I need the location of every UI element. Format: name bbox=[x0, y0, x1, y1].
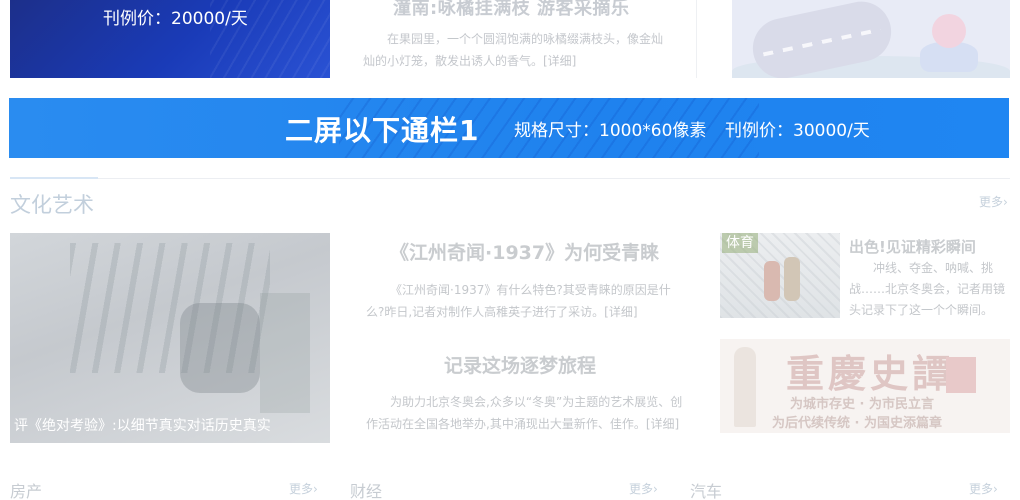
seal-stamp bbox=[946, 357, 976, 393]
category-tag: 体育 bbox=[722, 233, 758, 253]
chongqing-slogan-2: 为后代续传统 · 为国史添篇章 bbox=[772, 416, 942, 431]
section-title-auto[interactable]: 汽车 bbox=[690, 478, 722, 500]
article-summary: 《江州奇闻·1937》有什么特色?其受青睐的原因是什么?昨日,记者对制作人高稚英… bbox=[366, 283, 671, 319]
section-divider bbox=[10, 178, 1010, 179]
top-ad-price: 刊例价：20000/天 bbox=[103, 9, 248, 29]
more-label: 更多 bbox=[969, 482, 994, 496]
more-label: 更多 bbox=[629, 482, 654, 496]
culture-more-link[interactable]: 更多› bbox=[979, 193, 1008, 210]
sport-article-summary: 冲线、夺金、呐喊、挑战……北京冬奥会，记者用镜头记录下了这一个个瞬间。 bbox=[849, 261, 1006, 317]
chongqing-history-banner[interactable]: 重慶史譚 为城市存史 · 为市民立言 为后代续传统 · 为国史添篇章 bbox=[720, 339, 1010, 433]
section-title-culture[interactable]: 文化艺术 bbox=[10, 189, 94, 219]
photo-shape bbox=[180, 303, 260, 393]
featured-photo[interactable]: 评《绝对考验》:以细节真实对话历史真实 bbox=[10, 233, 330, 443]
more-label: 更多 bbox=[289, 482, 314, 496]
chongqing-slogan-1: 为城市存史 · 为市民立言 bbox=[790, 397, 934, 412]
column-divider bbox=[696, 0, 697, 78]
more-label: 更多 bbox=[979, 195, 1004, 209]
top-article-title[interactable]: 潼南:咏橘挂满枝 游客采摘乐 bbox=[393, 0, 629, 20]
banner-spec: 规格尺寸：1000*60像素 bbox=[514, 121, 707, 141]
chongqing-history-logo: 重慶史譚 bbox=[786, 351, 955, 396]
featured-photo-caption[interactable]: 评《绝对考验》:以细节真实对话历史真实 bbox=[14, 415, 271, 435]
tower-illustration bbox=[734, 347, 756, 427]
realestate-more-link[interactable]: 更多› bbox=[289, 480, 318, 497]
section-title-realestate[interactable]: 房产 bbox=[10, 478, 42, 500]
section-title-finance[interactable]: 财经 bbox=[350, 478, 382, 500]
auto-more-link[interactable]: 更多› bbox=[969, 480, 998, 497]
article-title[interactable]: 记录这场逐梦旅程 bbox=[444, 351, 596, 378]
fullwidth-ad-banner[interactable]: 二屏以下通栏1 规格尺寸：1000*60像素 刊例价：30000/天 bbox=[9, 98, 1009, 158]
chevron-right-icon: › bbox=[313, 482, 318, 496]
photo-figure bbox=[784, 257, 800, 301]
top-ad-banner[interactable]: 刊例价：20000/天 bbox=[10, 0, 330, 78]
article-title[interactable]: 《江州奇闻·1937》为何受青睐 bbox=[390, 238, 659, 265]
photo-figure bbox=[764, 261, 780, 301]
sport-photo[interactable]: 体育 bbox=[720, 233, 840, 318]
article-summary: 为助力北京冬奥会,众多以“冬奥”为主题的艺术展览、创作活动在全国各地举办,其中涌… bbox=[366, 395, 683, 431]
chevron-right-icon: › bbox=[993, 482, 998, 496]
photo-shape bbox=[260, 293, 310, 413]
sport-article-title[interactable]: 出色!见证精彩瞬间 bbox=[849, 236, 976, 257]
chevron-right-icon: › bbox=[653, 482, 658, 496]
top-right-illustration[interactable] bbox=[732, 0, 1010, 78]
banner-title: 二屏以下通栏1 bbox=[285, 114, 480, 147]
chevron-right-icon: › bbox=[1003, 195, 1008, 209]
finance-more-link[interactable]: 更多› bbox=[629, 480, 658, 497]
top-article-summary: 在果园里，一个个圆润饱满的咏橘缀满枝头，像金灿灿的小灯笼，散发出诱人的香气。[详… bbox=[363, 32, 664, 68]
section-accent bbox=[10, 177, 98, 179]
banner-price: 刊例价：30000/天 bbox=[725, 121, 870, 141]
illustration-figure-head bbox=[932, 14, 966, 48]
